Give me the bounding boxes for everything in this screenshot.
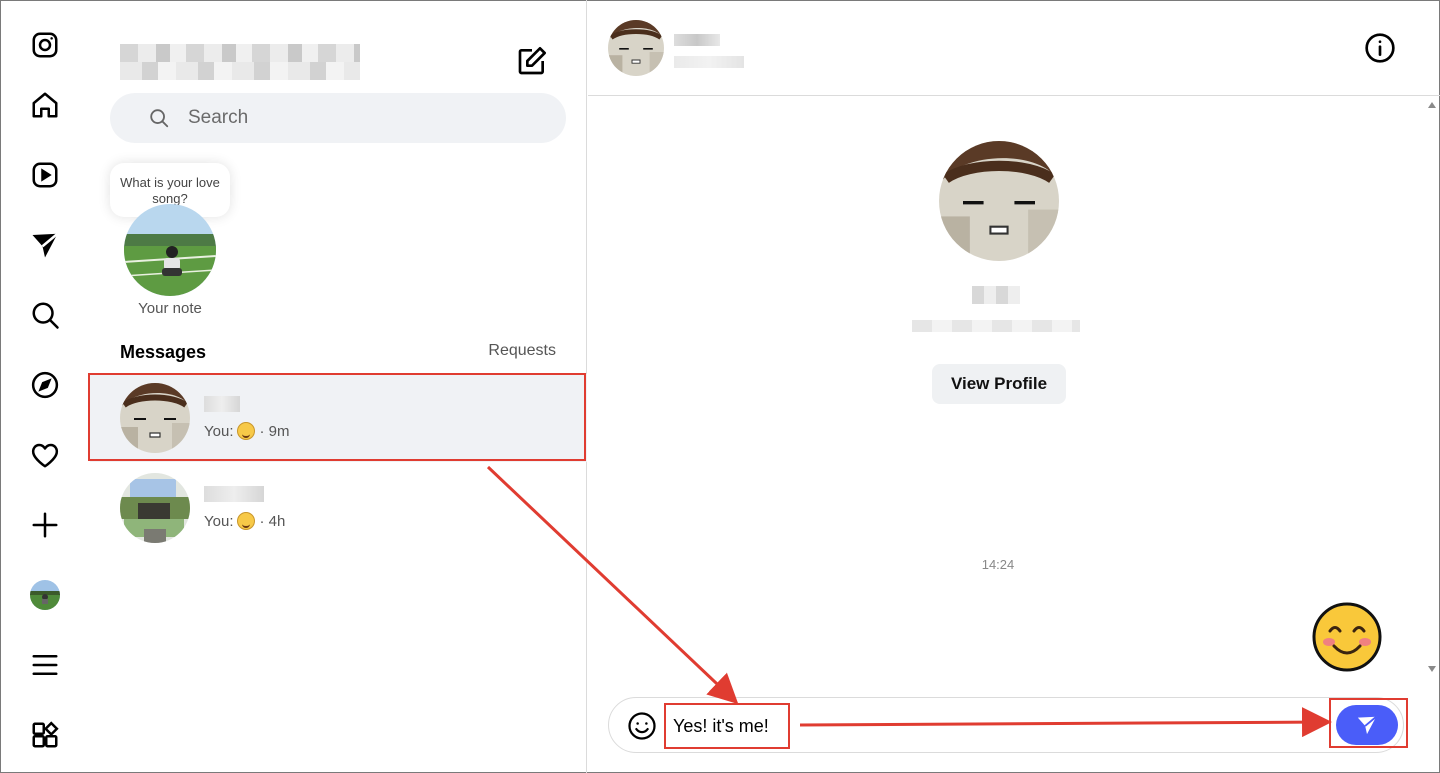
conversation-name-redacted: [204, 396, 240, 412]
chat-header-avatar[interactable]: [608, 20, 664, 76]
conversation-row-1[interactable]: You: · 9m: [90, 374, 587, 462]
scroll-down-arrow-icon[interactable]: [1428, 666, 1436, 672]
note-text: What is your love song?: [120, 175, 220, 206]
conversation-row-2[interactable]: You: · 4h: [90, 464, 587, 552]
search-icon[interactable]: [25, 295, 65, 335]
profile-name-redacted: [972, 286, 1020, 304]
chat-header: [588, 0, 1440, 96]
explore-icon[interactable]: [25, 365, 65, 405]
search-icon: [150, 109, 169, 128]
send-icon: [1357, 716, 1377, 735]
conversation-avatar: [120, 383, 190, 453]
scroll-up-arrow-icon[interactable]: [1428, 102, 1436, 108]
instagram-logo-icon[interactable]: [25, 25, 65, 65]
nav-rail: [0, 0, 90, 773]
view-profile-button[interactable]: View Profile: [932, 364, 1066, 404]
emoji-picker-icon[interactable]: [627, 711, 657, 741]
send-button[interactable]: [1336, 705, 1398, 745]
smiling-face-emoji-icon: [237, 512, 256, 530]
apps-icon[interactable]: [25, 715, 65, 755]
account-username-redacted: [120, 44, 360, 80]
search-field[interactable]: [110, 93, 566, 143]
messages-heading: Messages: [120, 342, 207, 362]
heart-icon[interactable]: [25, 435, 65, 475]
conversation-preview: You: · 9m: [204, 422, 290, 440]
info-icon[interactable]: [1364, 32, 1396, 64]
profile-avatar-large: [939, 141, 1059, 261]
note-avatar[interactable]: [124, 204, 216, 296]
chat-contact-name-redacted: [674, 34, 720, 46]
conversation-name-redacted: [204, 486, 264, 502]
requests-link[interactable]: Requests: [488, 342, 556, 360]
conversation-list-panel: What is your love song? Your note Messag…: [88, 0, 587, 773]
reels-icon[interactable]: [25, 155, 65, 195]
chat-contact-handle-redacted: [674, 56, 744, 68]
home-icon[interactable]: [25, 85, 65, 125]
note-label: Your note: [138, 300, 202, 317]
plus-icon[interactable]: [25, 505, 65, 545]
compose-message-icon[interactable]: [516, 45, 548, 77]
messages-icon[interactable]: [25, 225, 65, 265]
message-input[interactable]: [673, 712, 1273, 740]
profile-avatar[interactable]: [25, 575, 65, 615]
chat-scrollbar[interactable]: [1424, 96, 1440, 676]
message-timestamp: 14:24: [981, 557, 1015, 572]
profile-handle-redacted: [912, 320, 1080, 332]
chat-panel: View Profile 14:24: [588, 0, 1440, 773]
menu-icon[interactable]: [25, 645, 65, 685]
conversation-preview: You: · 4h: [204, 512, 286, 530]
message-composer: [608, 697, 1404, 753]
smiling-face-emoji-icon: [237, 422, 256, 440]
conversation-avatar-redacted: [120, 473, 190, 543]
smiling-face-sticker-icon[interactable]: [1312, 602, 1382, 672]
search-input[interactable]: [188, 107, 488, 129]
